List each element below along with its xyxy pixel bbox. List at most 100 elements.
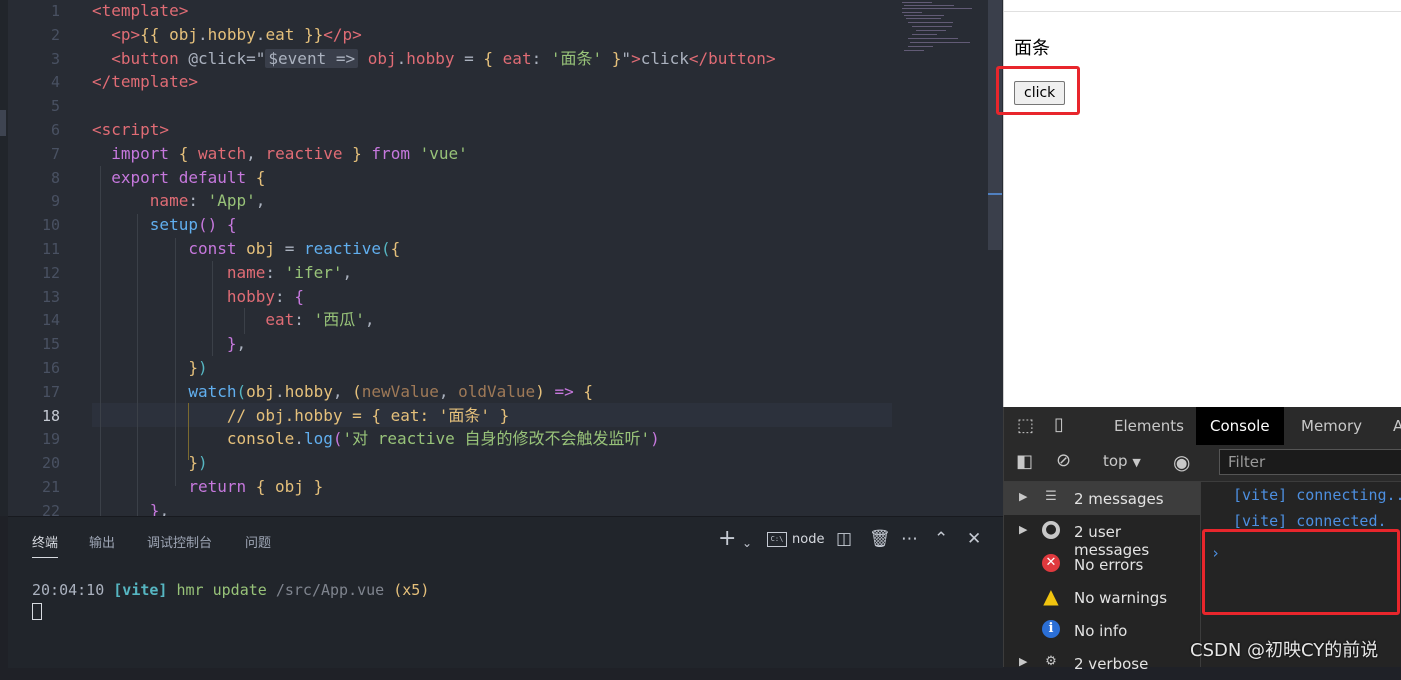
code-text[interactable]: eat: '西瓜', bbox=[92, 308, 374, 332]
code-line[interactable]: 2 <p>{{ obj.hobby.eat }}</p> bbox=[0, 23, 1003, 47]
plus-icon[interactable]: + bbox=[718, 528, 736, 550]
tab-debug-console[interactable]: 调试控制台 bbox=[147, 532, 212, 551]
code-line[interactable]: 8 export default { bbox=[0, 166, 1003, 190]
code-text[interactable]: </template> bbox=[92, 70, 198, 94]
sidebar-item[interactable]: i No info bbox=[1004, 614, 1200, 647]
expand-arrow-icon[interactable]: ▶ bbox=[1019, 523, 1027, 536]
code-text[interactable]: name: 'ifer', bbox=[92, 261, 352, 285]
code-text[interactable]: name: 'App', bbox=[92, 189, 266, 213]
split-terminal-icon[interactable]: ◫ bbox=[836, 529, 852, 549]
code-line[interactable]: 20 }) bbox=[0, 451, 1003, 475]
code-text[interactable]: <p>{{ obj.hobby.eat }}</p> bbox=[92, 23, 362, 47]
code-text[interactable]: }, bbox=[92, 499, 169, 516]
chevron-up-icon[interactable]: ⌃ bbox=[934, 529, 948, 549]
code-text[interactable]: setup() { bbox=[92, 213, 237, 237]
line-number: 14 bbox=[41, 311, 60, 330]
code-text[interactable]: hobby: { bbox=[92, 285, 304, 309]
trash-icon[interactable]: 🗑 bbox=[869, 529, 891, 549]
sidebar-item[interactable]: ▶ ⚙ 2 verbose bbox=[1004, 647, 1200, 680]
terminal-cursor bbox=[32, 603, 42, 620]
clear-console-icon[interactable]: ⊘ bbox=[1056, 450, 1071, 471]
tab-elements[interactable]: Elements bbox=[1100, 407, 1198, 445]
code-text[interactable]: <script> bbox=[92, 118, 169, 142]
code-line[interactable]: 16 }) bbox=[0, 356, 1003, 380]
line-number: 9 bbox=[50, 192, 60, 211]
terminal-shell-label[interactable]: node bbox=[792, 532, 824, 547]
code-line[interactable]: 4 </template> bbox=[0, 70, 1003, 94]
info-icon: i bbox=[1042, 620, 1060, 638]
more-icon[interactable]: ⋯ bbox=[901, 529, 918, 549]
sidebar-item[interactable]: ▲ No warnings bbox=[1004, 581, 1200, 614]
minimap-line bbox=[908, 46, 933, 47]
console-message: [vite] connecting... bbox=[1233, 486, 1401, 504]
code-line[interactable]: 18 // obj.hobby = { eat: '面条' } bbox=[0, 404, 1003, 428]
expand-arrow-icon[interactable]: ▶ bbox=[1019, 655, 1027, 668]
line-number: 5 bbox=[50, 97, 60, 116]
eye-icon[interactable]: ◉ bbox=[1173, 450, 1190, 474]
minimap[interactable] bbox=[898, 0, 976, 60]
tab-console[interactable]: Console bbox=[1196, 407, 1284, 445]
code-line[interactable]: 22 }, bbox=[0, 499, 1003, 516]
line-number: 17 bbox=[41, 382, 60, 401]
code-line[interactable]: 15 }, bbox=[0, 332, 1003, 356]
terminal-panel[interactable]: 终端 输出 调试控制台 问题 + ⌄ C:\ node ◫ 🗑 ⋯ ⌃ ✕ 20… bbox=[8, 516, 1003, 668]
sidebar-toggle-icon[interactable]: ◧ bbox=[1016, 451, 1033, 472]
tab-terminal[interactable]: 终端 bbox=[32, 532, 59, 558]
code-line[interactable]: 3 <button @click=" $event => obj.hobby = … bbox=[0, 47, 1003, 71]
minimap-line bbox=[916, 30, 946, 31]
code-line[interactable]: 13 hobby: { bbox=[0, 285, 1003, 309]
tab-more[interactable]: A bbox=[1379, 407, 1401, 445]
console-sidebar[interactable]: ▶ ☰ 2 messages ▶ ● 2 user messages ✕ No errors ▲… bbox=[1004, 482, 1201, 673]
user-icon: ● bbox=[1042, 521, 1060, 539]
line-number: 2 bbox=[50, 25, 60, 44]
code-line[interactable]: 7 import { watch, reactive } from 'vue' bbox=[0, 142, 1003, 166]
code-line[interactable]: 1 <template> bbox=[0, 0, 1003, 23]
context-selector[interactable]: top ▼ bbox=[1103, 452, 1141, 470]
code-text[interactable]: return { obj } bbox=[92, 475, 323, 499]
inspect-icon[interactable]: ⬚ bbox=[1017, 415, 1034, 436]
context-value: top bbox=[1103, 452, 1128, 470]
log-count: (x5) bbox=[393, 581, 430, 599]
code-line[interactable]: 10 setup() { bbox=[0, 213, 1003, 237]
filter-input[interactable]: Filter bbox=[1219, 449, 1401, 475]
code-text[interactable]: }, bbox=[92, 332, 246, 356]
code-text[interactable]: // obj.hobby = { eat: '面条' } bbox=[92, 404, 509, 428]
code-text[interactable]: console.log('对 reactive 自身的修改不会触发监听') bbox=[92, 427, 660, 451]
sidebar-item[interactable]: ▶ ● 2 user messages bbox=[1004, 515, 1200, 559]
code-text[interactable]: const obj = reactive({ bbox=[92, 237, 400, 261]
editor-scrollbar[interactable] bbox=[988, 0, 1002, 250]
code-text[interactable]: }) bbox=[92, 356, 207, 380]
close-icon[interactable]: ✕ bbox=[967, 529, 981, 549]
tab-problems[interactable]: 问题 bbox=[245, 532, 271, 551]
chevron-down-icon[interactable]: ⌄ bbox=[742, 533, 752, 553]
tab-memory[interactable]: Memory bbox=[1287, 407, 1376, 445]
minimap-line bbox=[910, 42, 970, 43]
terminal-shell-icon: C:\ bbox=[767, 532, 787, 547]
code-line[interactable]: 9 name: 'App', bbox=[0, 189, 1003, 213]
code-line[interactable]: 14 eat: '西瓜', bbox=[0, 308, 1003, 332]
code-line[interactable]: 19 console.log('对 reactive 自身的修改不会触发监听') bbox=[0, 427, 1003, 451]
code-line[interactable]: 12 name: 'ifer', bbox=[0, 261, 1003, 285]
line-number: 1 bbox=[50, 2, 60, 20]
code-text[interactable]: }) bbox=[92, 451, 207, 475]
expand-arrow-icon[interactable]: ▶ bbox=[1019, 490, 1027, 503]
code-line[interactable]: 6 <script> bbox=[0, 118, 1003, 142]
sidebar-item[interactable]: ✕ No errors bbox=[1004, 548, 1200, 581]
sidebar-item[interactable]: ▶ ☰ 2 messages bbox=[1004, 482, 1200, 515]
indent-guide bbox=[137, 214, 138, 516]
tab-output[interactable]: 输出 bbox=[89, 532, 115, 551]
code-line[interactable]: 17 watch(obj.hobby, (newValue, oldValue)… bbox=[0, 380, 1003, 404]
devtools-panel: ⬚ ▯ Elements Console Memory A ◧ ⊘ top ▼ … bbox=[1003, 407, 1401, 673]
device-toggle-icon[interactable]: ▯ bbox=[1054, 414, 1064, 435]
code-text[interactable]: export default { bbox=[92, 166, 265, 190]
code-text[interactable]: watch(obj.hobby, (newValue, oldValue) =>… bbox=[92, 380, 593, 404]
code-line[interactable]: 11 const obj = reactive({ bbox=[0, 237, 1003, 261]
code-text[interactable]: <button @click=" $event => obj.hobby = { … bbox=[92, 47, 776, 71]
code-line[interactable]: 21 return { obj } bbox=[0, 475, 1003, 499]
code-text[interactable]: <template> bbox=[92, 0, 188, 23]
code-line[interactable]: 5 bbox=[0, 94, 1003, 118]
minimap-line bbox=[912, 34, 937, 35]
code-editor[interactable]: 1 <template> 2 <p>{{ obj.hobby.eat }}</p> 3… bbox=[0, 0, 1003, 516]
minimap-line bbox=[902, 12, 922, 13]
code-text[interactable]: import { watch, reactive } from 'vue' bbox=[92, 142, 468, 166]
